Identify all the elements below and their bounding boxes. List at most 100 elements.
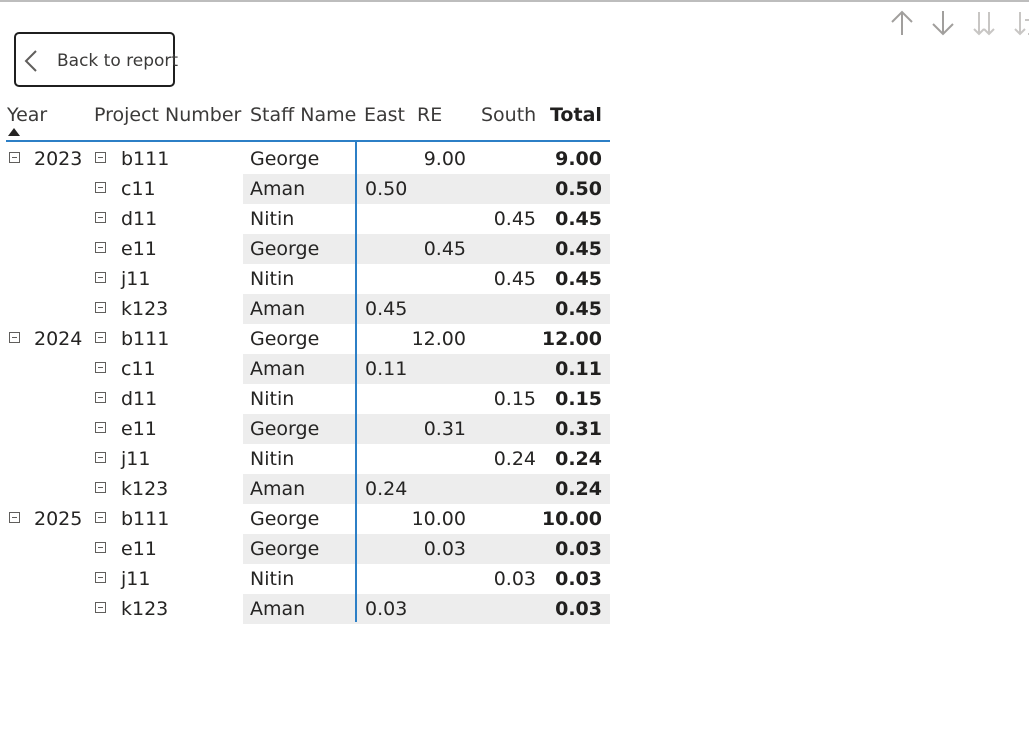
total-value-cell: 0.50 [555,178,602,200]
project-number-cell: j11 [121,268,151,290]
back-to-report-button[interactable]: Back to report [14,32,178,87]
south-value-cell: 0.45 [493,208,536,230]
south-value-cell: 0.15 [493,388,536,410]
collapse-year-icon[interactable] [9,512,20,523]
staff-name-cell: Aman [250,298,306,320]
staff-name-cell: Nitin [250,208,295,230]
table-row[interactable]: k123 Aman 0.24 0.24 [0,474,610,504]
table-row[interactable]: c11 Aman 0.11 0.11 [0,354,610,384]
project-number-cell: c11 [121,358,156,380]
staff-name-cell: George [250,238,320,260]
header-year[interactable]: Year [7,104,47,126]
project-number-cell: b111 [121,508,170,530]
project-number-cell: k123 [121,598,169,620]
collapse-project-icon[interactable] [95,392,106,403]
collapse-project-icon[interactable] [95,182,106,193]
collapse-project-icon[interactable] [95,212,106,223]
re-value-cell: 9.00 [423,148,466,170]
expand-hierarchy-icon[interactable] [1012,8,1029,38]
project-number-cell: d11 [121,388,158,410]
table-row[interactable]: j11 Nitin 0.45 0.45 [0,264,610,294]
collapse-project-icon[interactable] [95,302,106,313]
project-number-cell: d11 [121,208,158,230]
collapse-project-icon[interactable] [95,152,106,163]
project-number-cell: e11 [121,238,157,260]
project-number-cell: j11 [121,568,151,590]
east-value-cell: 0.24 [365,478,408,500]
header-project-number[interactable]: Project Number [94,104,241,126]
table-row[interactable]: 2023 b111 George 9.00 9.00 [0,144,610,174]
collapse-project-icon[interactable] [95,332,106,343]
arrow-down-icon[interactable] [930,8,956,38]
re-value-cell: 0.31 [423,418,466,440]
staff-name-cell: Nitin [250,448,295,470]
total-value-cell: 9.00 [555,148,602,170]
staff-name-cell: Nitin [250,268,295,290]
total-value-cell: 12.00 [541,328,602,350]
table-row[interactable]: d11 Nitin 0.45 0.45 [0,204,610,234]
staff-name-cell: Aman [250,598,306,620]
collapse-project-icon[interactable] [95,422,106,433]
collapse-project-icon[interactable] [95,272,106,283]
re-value-cell: 12.00 [411,328,466,350]
total-value-cell: 0.11 [555,358,602,380]
total-value-cell: 0.03 [555,598,602,620]
east-value-cell: 0.50 [365,178,408,200]
table-row[interactable]: j11 Nitin 0.24 0.24 [0,444,610,474]
arrow-up-icon[interactable] [889,8,915,38]
south-value-cell: 0.03 [493,568,536,590]
table-row[interactable]: d11 Nitin 0.15 0.15 [0,384,610,414]
project-number-cell: k123 [121,478,169,500]
header-re[interactable]: RE [417,104,442,126]
header-east[interactable]: East [364,104,405,126]
east-value-cell: 0.45 [365,298,408,320]
sort-ascending-icon[interactable] [8,128,20,136]
table-row[interactable]: e11 George 0.31 0.31 [0,414,610,444]
header-total[interactable]: Total [550,104,602,126]
total-value-cell: 0.45 [555,238,602,260]
total-value-cell: 0.15 [555,388,602,410]
header-divider [6,140,610,142]
project-number-cell: c11 [121,178,156,200]
staff-name-cell: George [250,538,320,560]
re-value-cell: 0.03 [423,538,466,560]
staff-name-cell: Nitin [250,568,295,590]
staff-name-cell: George [250,328,320,350]
year-cell: 2025 [34,508,83,530]
collapse-project-icon[interactable] [95,362,106,373]
chevron-left-icon [24,50,37,72]
table-row[interactable]: e11 George 0.45 0.45 [0,234,610,264]
table-row[interactable]: 2024 b111 George 12.00 12.00 [0,324,610,354]
project-number-cell: e11 [121,538,157,560]
collapse-year-icon[interactable] [9,332,20,343]
table-row[interactable]: 2025 b111 George 10.00 10.00 [0,504,610,534]
collapse-project-icon[interactable] [95,512,106,523]
staff-name-cell: George [250,508,320,530]
collapse-project-icon[interactable] [95,602,106,613]
table-row[interactable]: k123 Aman 0.45 0.45 [0,294,610,324]
collapse-year-icon[interactable] [9,152,20,163]
re-value-cell: 10.00 [411,508,466,530]
project-number-cell: b111 [121,148,170,170]
project-number-cell: j11 [121,448,151,470]
staff-name-cell: George [250,148,320,170]
collapse-project-icon[interactable] [95,542,106,553]
project-number-cell: e11 [121,418,157,440]
east-value-cell: 0.11 [365,358,408,380]
table-row[interactable]: j11 Nitin 0.03 0.03 [0,564,610,594]
year-cell: 2024 [34,328,83,350]
year-cell: 2023 [34,148,83,170]
collapse-project-icon[interactable] [95,242,106,253]
header-south[interactable]: South [481,104,536,126]
table-row[interactable]: k123 Aman 0.03 0.03 [0,594,610,624]
south-value-cell: 0.24 [493,448,536,470]
table-row[interactable]: e11 George 0.03 0.03 [0,534,610,564]
collapse-project-icon[interactable] [95,572,106,583]
collapse-project-icon[interactable] [95,452,106,463]
staff-name-cell: Aman [250,178,306,200]
double-arrow-down-icon[interactable] [971,8,997,38]
header-staff-name[interactable]: Staff Name [250,104,356,126]
collapse-project-icon[interactable] [95,482,106,493]
east-value-cell: 0.03 [365,598,408,620]
table-row[interactable]: c11 Aman 0.50 0.50 [0,174,610,204]
